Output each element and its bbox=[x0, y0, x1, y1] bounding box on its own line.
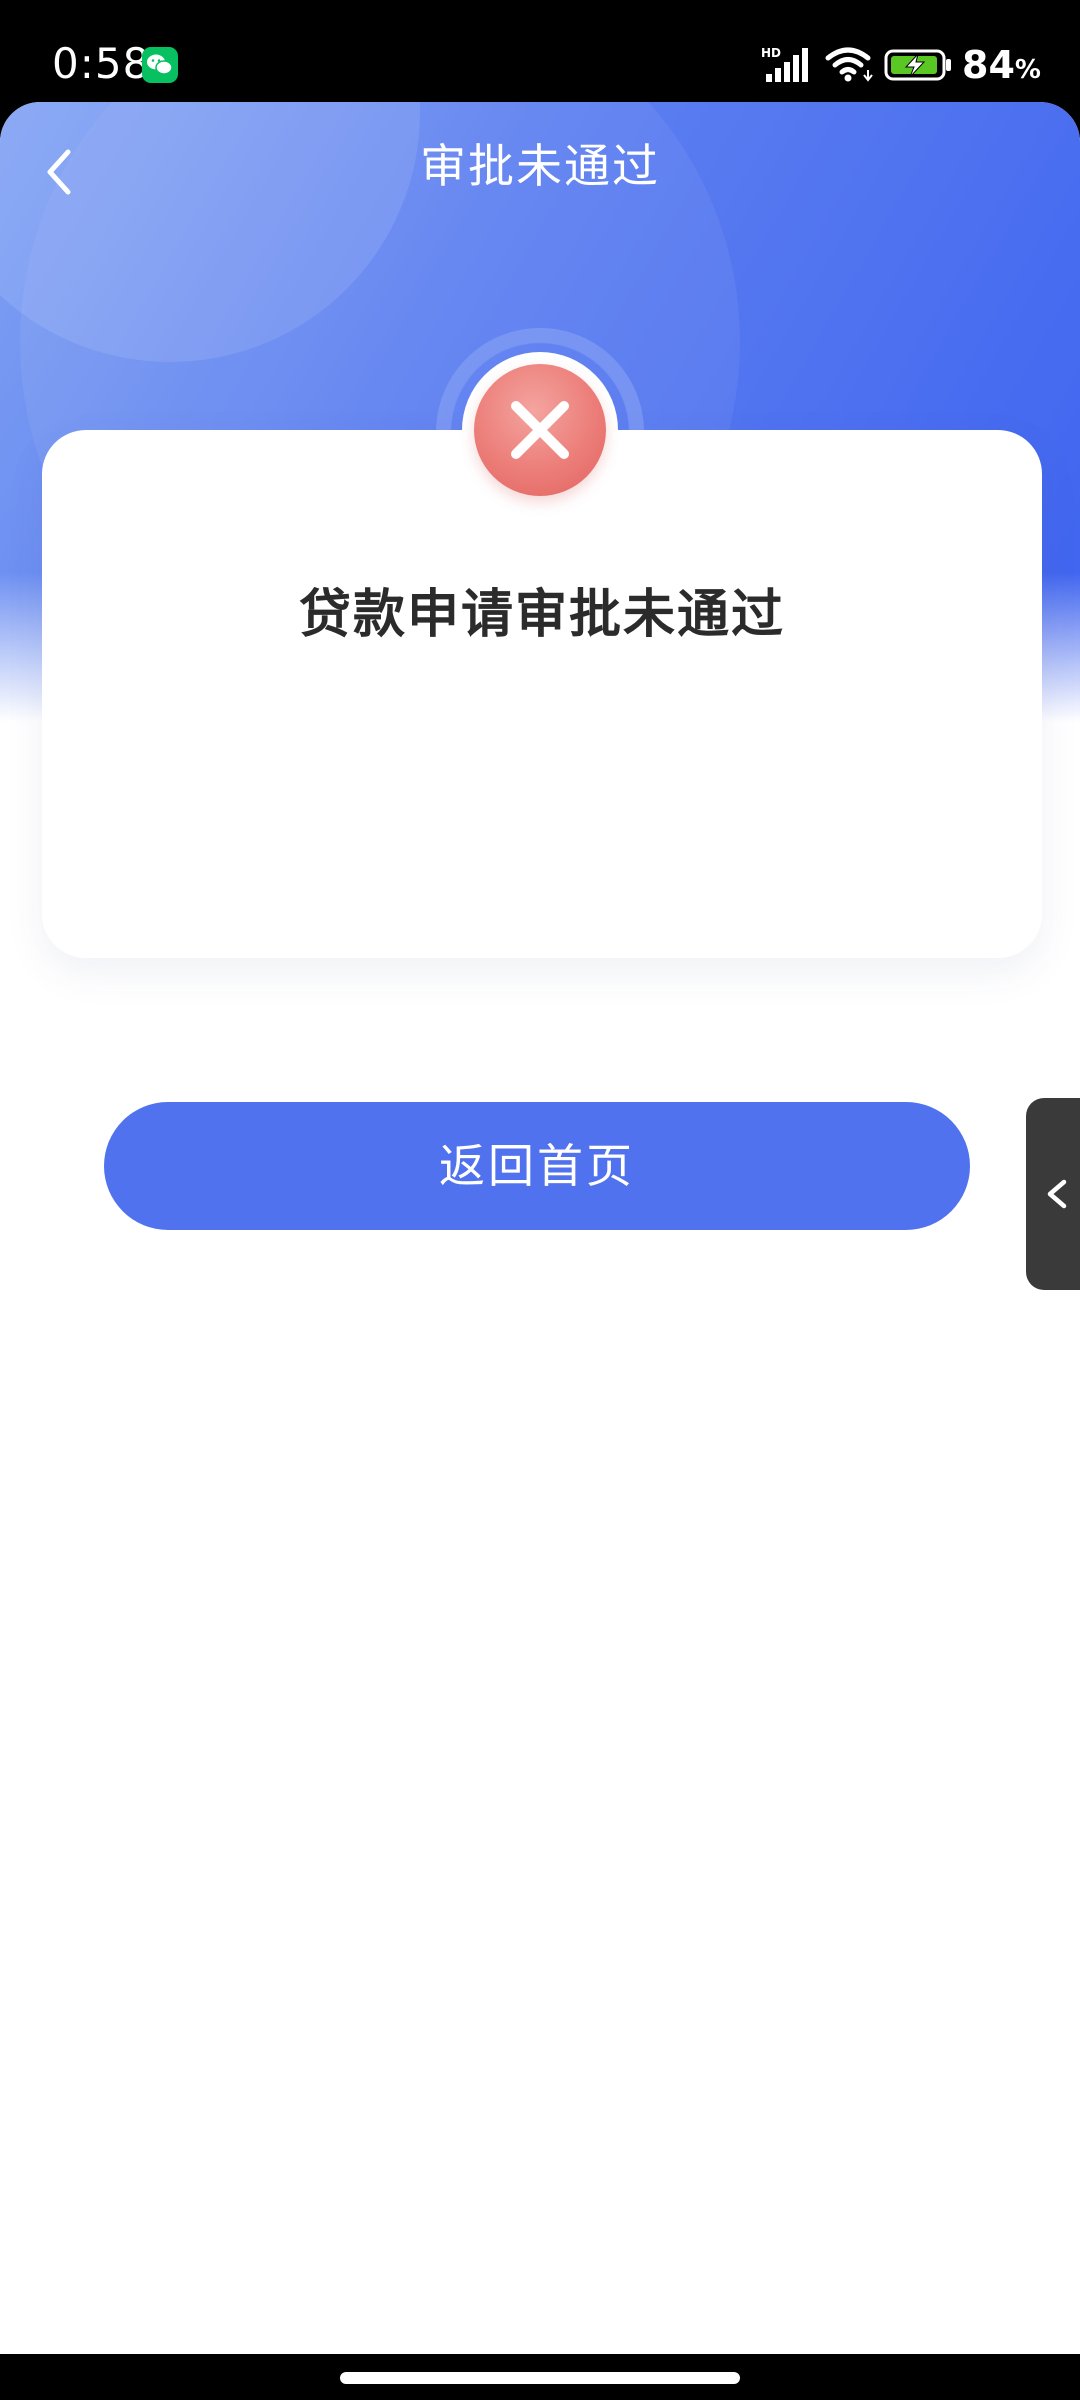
wechat-icon bbox=[142, 47, 178, 83]
status-time: 0:58 bbox=[52, 39, 151, 88]
result-card: 贷款申请审批未通过 bbox=[42, 430, 1042, 958]
battery-charging-icon bbox=[884, 48, 956, 86]
home-indicator[interactable] bbox=[340, 2372, 740, 2384]
battery-value: 84 bbox=[962, 43, 1015, 87]
result-message: 贷款申请审批未通过 bbox=[298, 585, 785, 645]
status-bar: 0:58 HD 84% bbox=[0, 0, 1080, 110]
battery-unit: % bbox=[1014, 55, 1041, 85]
app-view: 审批未通过 贷款申请审批未通过 返回首页 bbox=[0, 102, 1080, 2354]
error-x-icon bbox=[474, 364, 606, 496]
side-drawer-handle[interactable] bbox=[1026, 1098, 1080, 1290]
chevron-left-icon bbox=[1047, 1179, 1067, 1209]
battery-percentage: 84% bbox=[962, 40, 1041, 95]
phone-screen: 0:58 HD 84% 审批未通过 贷款申请审批未通过 返回首页 bbox=[0, 0, 1080, 2400]
wifi-icon bbox=[824, 44, 876, 88]
return-home-button[interactable]: 返回首页 bbox=[104, 1102, 970, 1230]
signal-icon: HD bbox=[760, 46, 814, 88]
network-label: HD bbox=[761, 46, 781, 60]
page-title: 审批未通过 bbox=[420, 139, 660, 193]
